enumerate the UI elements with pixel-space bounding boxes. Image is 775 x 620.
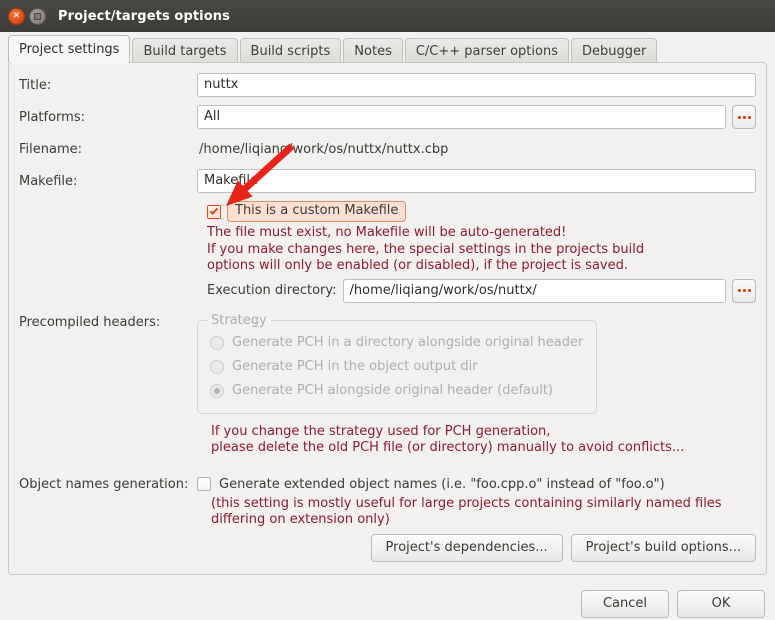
execution-directory-input[interactable]: /home/liqiang/work/os/nuttx/ — [342, 278, 726, 303]
object-names-note-line-2: differing on extension only) — [211, 512, 390, 527]
ellipsis-dot-icon — [737, 115, 741, 119]
pch-option-label: Generate PCH in a directory alongside or… — [232, 335, 584, 350]
project-targets-options-dialog: Project settings Build targets Build scr… — [0, 32, 775, 620]
pch-warning-line-1: If you change the strategy used for PCH … — [211, 423, 551, 439]
projects-build-options-button[interactable]: Project's build options... — [570, 534, 756, 562]
execution-directory-row: Execution directory: /home/liqiang/work/… — [207, 278, 756, 303]
extended-object-names-label[interactable]: Generate extended object names (i.e. "fo… — [219, 477, 665, 492]
window-controls: ✕ — [8, 7, 46, 25]
ellipsis-dot-icon — [737, 289, 741, 292]
makefile-warning-line-2: If you make changes here, the special se… — [207, 241, 645, 257]
pch-strategy-title: Strategy — [207, 312, 271, 328]
tab-cpp-parser-options[interactable]: C/C++ parser options — [404, 38, 569, 63]
radio-icon — [210, 335, 224, 350]
platforms-label: Platforms: — [19, 109, 85, 125]
pch-option-alongside-default[interactable]: Generate PCH alongside original header (… — [210, 379, 584, 403]
execution-directory-browse-button[interactable] — [732, 278, 756, 303]
filename-label: Filename: — [19, 141, 83, 157]
radio-icon — [210, 359, 224, 374]
title-label: Title: — [19, 77, 52, 93]
pch-option-object-output-dir[interactable]: Generate PCH in the object output dir — [210, 355, 584, 379]
platforms-input[interactable]: All — [197, 105, 726, 129]
window-titlebar: ✕ Project/targets options — [0, 0, 775, 32]
window-title: Project/targets options — [58, 8, 230, 24]
close-icon[interactable]: ✕ — [8, 7, 25, 25]
ellipsis-dot-icon — [747, 115, 751, 119]
filename-row: Filename: /home/liqiang/work/os/nuttx/nu… — [19, 137, 756, 161]
ellipsis-dot-icon — [742, 289, 746, 292]
tab-build-targets[interactable]: Build targets — [132, 38, 238, 63]
custom-makefile-row: This is a custom Makefile — [207, 201, 756, 222]
tab-project-settings[interactable]: Project settings — [8, 35, 131, 63]
tab-build-scripts[interactable]: Build scripts — [239, 38, 342, 63]
object-names-label: Object names generation: — [19, 476, 189, 492]
title-input[interactable]: nuttx — [197, 73, 756, 97]
project-settings-panel: Title: nuttx Platforms: All Filename: /h… — [8, 62, 767, 575]
platforms-row: Platforms: All — [19, 105, 756, 129]
ok-button[interactable]: OK — [677, 590, 765, 618]
pch-option-label: Generate PCH alongside original header (… — [232, 383, 554, 398]
pch-option-label: Generate PCH in the object output dir — [232, 359, 478, 374]
cancel-button[interactable]: Cancel — [581, 590, 669, 618]
object-names-generation-row: Object names generation: Generate extend… — [19, 477, 756, 492]
tab-notes[interactable]: Notes — [343, 38, 403, 63]
makefile-warning-line-3: options will only be enabled (or disable… — [207, 258, 629, 273]
makefile-label: Makefile: — [19, 173, 78, 189]
pch-option-directory-alongside[interactable]: Generate PCH in a directory alongside or… — [210, 331, 584, 355]
custom-makefile-checkbox[interactable] — [207, 204, 221, 219]
ellipsis-dot-icon — [742, 115, 746, 119]
makefile-row: Makefile: Makefile — [19, 169, 756, 193]
precompiled-headers-label: Precompiled headers: — [19, 314, 161, 330]
projects-dependencies-button[interactable]: Project's dependencies... — [370, 534, 563, 562]
execution-directory-label: Execution directory: — [207, 283, 337, 298]
filename-value: /home/liqiang/work/os/nuttx/nuttx.cbp — [199, 141, 449, 157]
extended-object-names-checkbox[interactable] — [197, 477, 211, 491]
custom-makefile-label[interactable]: This is a custom Makefile — [227, 201, 407, 222]
platforms-browse-button[interactable] — [732, 105, 756, 129]
makefile-warning-line-1: The file must exist, no Makefile will be… — [207, 225, 567, 240]
makefile-input[interactable]: Makefile — [197, 169, 756, 193]
ellipsis-dot-icon — [747, 289, 751, 292]
tab-bar: Project settings Build targets Build scr… — [0, 32, 775, 63]
object-names-note-line-1: (this setting is mostly useful for large… — [211, 495, 722, 511]
pch-warning-line-2: please delete the old PCH file (or direc… — [211, 440, 685, 455]
maximize-icon[interactable] — [29, 7, 46, 25]
panel-action-buttons: Project's dependencies... Project's buil… — [370, 534, 756, 562]
radio-selected-icon — [210, 383, 224, 398]
title-row: Title: nuttx — [19, 73, 756, 97]
pch-strategy-groupbox: Strategy Generate PCH in a directory alo… — [197, 312, 597, 414]
tab-debugger[interactable]: Debugger — [571, 38, 658, 63]
dialog-action-buttons: Cancel OK — [581, 590, 765, 618]
precompiled-headers-row: Precompiled headers: Strategy Generate P… — [19, 312, 756, 414]
